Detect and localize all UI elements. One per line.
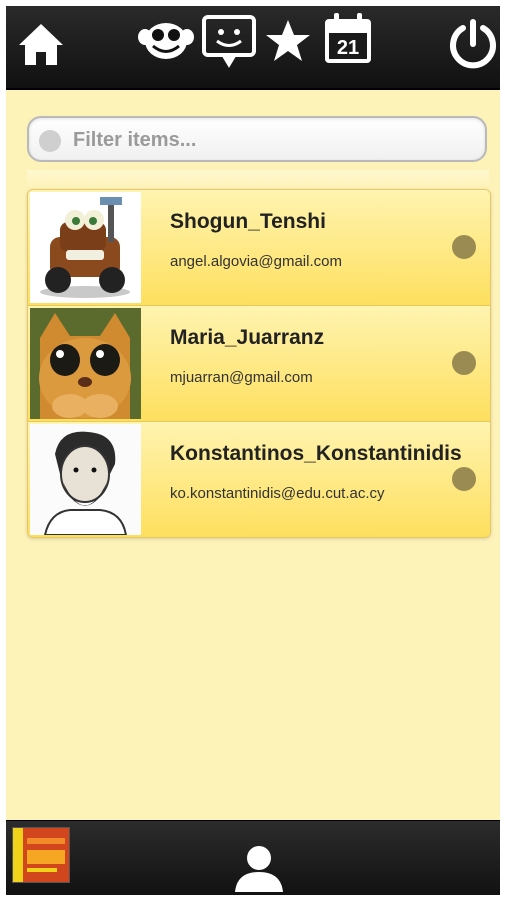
avatar [30,192,141,303]
contact-row[interactable]: Maria_Juarranz mjuarran@gmail.com [28,306,490,422]
chat-smile-icon[interactable] [200,12,258,70]
contact-email: ko.konstantinidis@edu.cut.ac.cy [170,485,385,502]
monkey-face-icon[interactable] [136,18,196,64]
top-toolbar: 21 [6,6,500,90]
contact-email: mjuarran@gmail.com [170,369,313,386]
contact-email: angel.algovia@gmail.com [170,253,342,270]
status-indicator [452,235,476,259]
contact-name: Konstantinos_Konstantinidis [170,442,462,465]
status-indicator [452,467,476,491]
power-icon[interactable] [446,16,500,72]
profile-icon[interactable] [232,843,286,893]
calendar-icon[interactable]: 21 [320,10,376,68]
app-logo[interactable] [12,827,70,883]
calendar-day-text: 21 [337,37,359,59]
contact-row[interactable]: Shogun_Tenshi angel.algovia@gmail.com [28,190,490,306]
contact-list: Shogun_Tenshi angel.algovia@gmail.com Ma… [27,189,491,538]
list-divider [27,170,489,188]
contact-row[interactable]: Konstantinos_Konstantinidis ko.konstanti… [28,422,490,537]
status-indicator [452,351,476,375]
home-icon[interactable] [14,18,68,70]
filter-input[interactable] [71,124,475,156]
star-icon[interactable] [262,16,314,66]
search-icon [39,130,61,152]
avatar [30,424,141,535]
bottom-toolbar [6,820,500,895]
app-screen: 21 Filter items... Shogun_Tenshi angel.a… [6,6,500,895]
avatar [30,308,141,419]
contact-name: Shogun_Tenshi [170,210,326,233]
filter-box [27,116,487,162]
contact-name: Maria_Juarranz [170,326,325,349]
